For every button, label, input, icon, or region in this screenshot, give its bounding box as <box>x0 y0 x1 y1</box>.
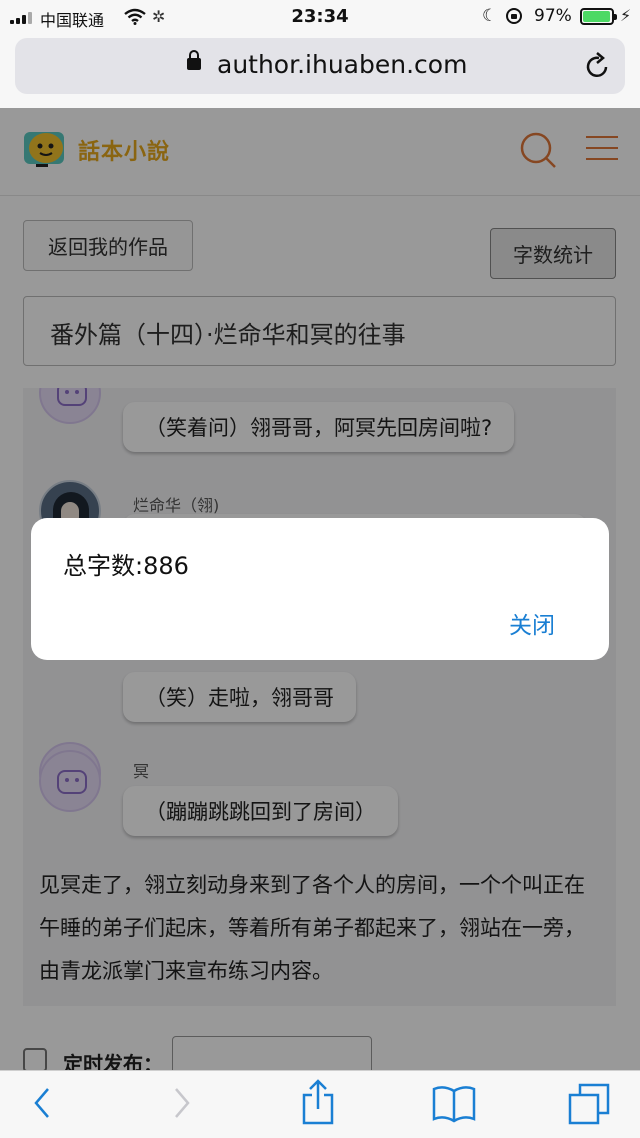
moon-icon: ☾ <box>482 6 498 26</box>
lock-icon <box>187 50 201 70</box>
close-button[interactable]: 关闭 <box>509 606 555 640</box>
alert-message: 总字数:886 <box>63 552 189 580</box>
url-text[interactable]: author.ihuaben.com <box>217 50 467 79</box>
share-icon[interactable] <box>300 1079 336 1125</box>
browser-address-area: author.ihuaben.com <box>0 34 640 108</box>
address-bar[interactable]: author.ihuaben.com <box>15 38 625 94</box>
forward-icon[interactable] <box>170 1085 194 1121</box>
battery-icon <box>580 8 617 25</box>
reload-icon[interactable] <box>585 52 611 80</box>
tabs-icon[interactable] <box>568 1083 610 1125</box>
status-bar: 中国联通 ✲ 23:34 ☾ 97% ⚡ <box>0 0 640 34</box>
browser-toolbar <box>0 1070 640 1138</box>
charging-icon: ⚡ <box>620 6 632 25</box>
back-icon[interactable] <box>30 1085 54 1121</box>
battery-percent: 97% <box>534 6 572 26</box>
alert-dialog: 总字数:886 关闭 <box>31 518 609 660</box>
bookmarks-icon[interactable] <box>432 1085 476 1123</box>
rotation-lock-icon <box>506 8 522 24</box>
